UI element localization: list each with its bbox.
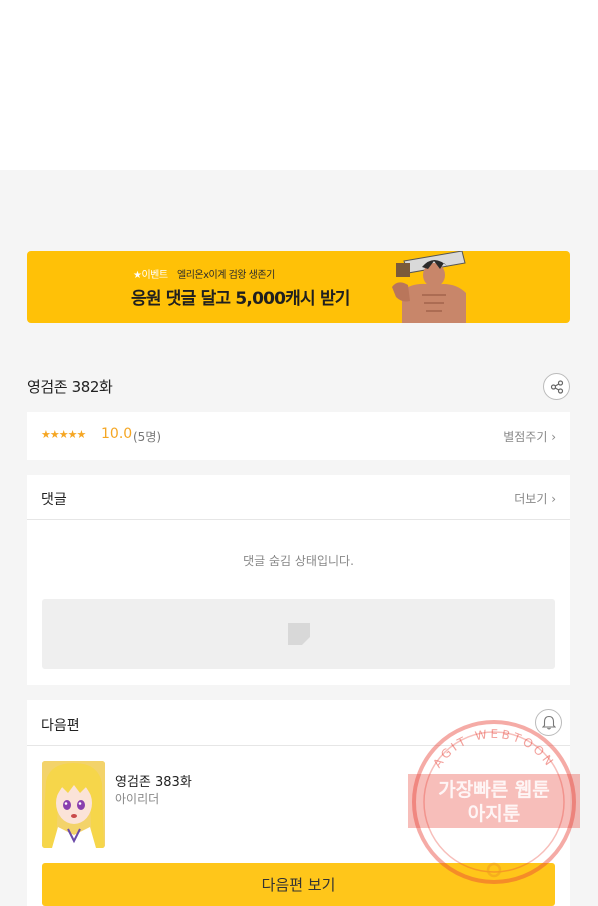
- share-icon: [550, 379, 563, 394]
- comments-header: 댓글 더보기 ›: [27, 475, 570, 520]
- top-blank-area: [0, 0, 598, 170]
- image-placeholder-icon: [287, 623, 310, 645]
- banner-character-illustration: [392, 251, 466, 323]
- comments-more-link[interactable]: 더보기 ›: [514, 490, 556, 507]
- episode-title: 영검존 382화: [27, 378, 113, 396]
- rating-card: ★★★★★ 10.0 (5명) 별점주기 ›: [27, 412, 570, 460]
- next-episode-button[interactable]: 다음편 보기: [42, 863, 555, 906]
- rate-button[interactable]: 별점주기 ›: [503, 428, 556, 445]
- event-headline: 응원 댓글 달고 5,000캐시 받기: [131, 289, 350, 309]
- next-episode-author: 아이리더: [115, 792, 160, 806]
- bell-icon: [541, 715, 556, 730]
- rating-count: (5명): [133, 430, 162, 444]
- next-episode-header: 다음편: [27, 700, 570, 746]
- event-banner[interactable]: ★이벤트 엘리온x이계 검왕 생존기 응원 댓글 달고 5,000캐시 받기: [27, 251, 570, 323]
- rating-score: 10.0: [101, 426, 133, 442]
- event-subtitle: 엘리온x이계 검왕 생존기: [177, 270, 275, 281]
- next-episode-card: 다음편 영검존 383화 아이리더 다음편 보기: [27, 700, 570, 906]
- next-episode-label: 다음편: [41, 718, 80, 734]
- comments-card: 댓글 더보기 › 댓글 숨김 상태입니다.: [27, 475, 570, 685]
- next-episode-thumbnail[interactable]: [42, 761, 105, 848]
- comment-ad-placeholder: [42, 599, 555, 669]
- event-tag: ★이벤트: [133, 270, 168, 281]
- comments-hidden-message: 댓글 숨김 상태입니다.: [243, 554, 354, 568]
- notification-bell-button[interactable]: [535, 709, 562, 736]
- rating-stars: ★★★★★: [41, 428, 86, 441]
- share-button[interactable]: [543, 373, 570, 400]
- next-episode-title[interactable]: 영검존 383화: [115, 771, 192, 790]
- comments-label: 댓글: [41, 492, 67, 508]
